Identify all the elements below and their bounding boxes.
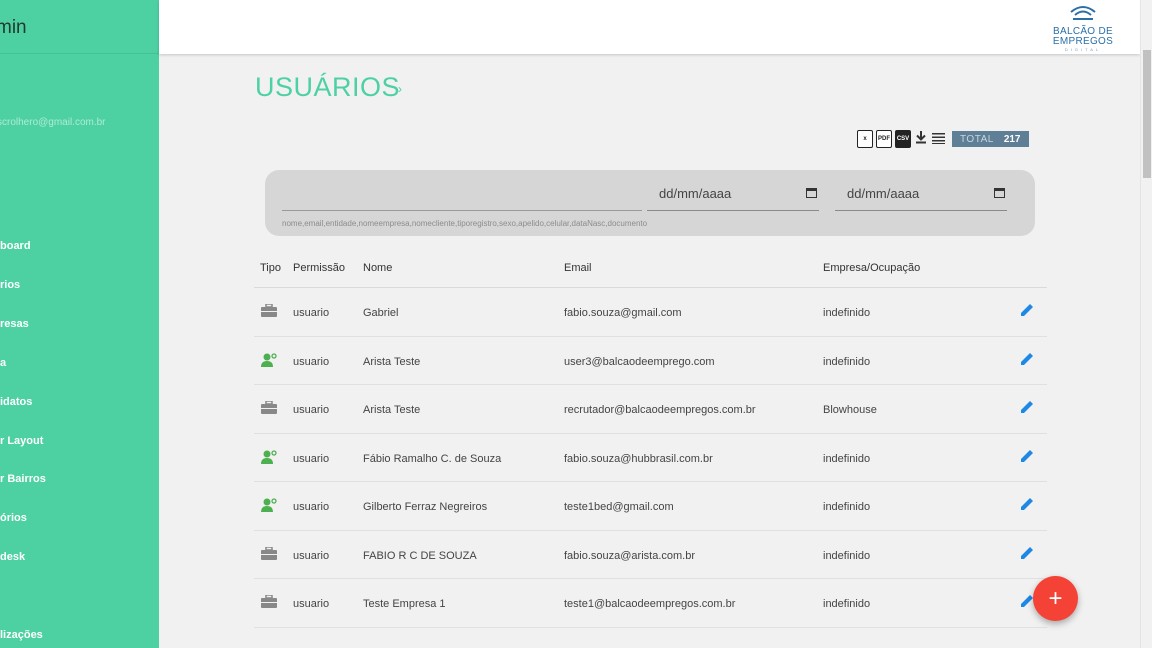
sidebar-item-layout[interactable]: r Layout	[0, 435, 43, 447]
cell-permissao: usuario	[293, 501, 330, 513]
search-input[interactable]	[282, 210, 642, 211]
calendar-icon[interactable]	[994, 188, 1005, 198]
table-row[interactable]: usuario Arista Teste recrutador@balcaode…	[254, 385, 1047, 434]
sidebar-item-usuarios[interactable]: rios	[0, 279, 20, 291]
cell-email: fabio.souza@arista.com.br	[564, 549, 696, 562]
cell-permissao: usuario	[293, 598, 330, 610]
table-row[interactable]: usuario Gabriel fabio.souza@gmail.com in…	[254, 288, 1047, 337]
header-empresa[interactable]: Empresa/Ocupação	[823, 262, 920, 274]
table-row[interactable]: usuario Fábio Ramalho C. de Souza fabio.…	[254, 434, 1047, 482]
title-arrow-icon: ›	[398, 82, 402, 96]
cell-email: teste1@balcaodeempregos.com.br	[564, 598, 736, 610]
list-icon[interactable]	[931, 130, 945, 148]
calendar-icon[interactable]	[806, 188, 817, 198]
excel-icon[interactable]: x	[857, 130, 873, 148]
cell-nome: Teste Empresa 1	[363, 598, 446, 610]
csv-icon[interactable]: CSV	[895, 130, 911, 148]
cell-permissao: usuario	[293, 307, 330, 319]
cell-email: teste1bed@gmail.com	[564, 501, 674, 513]
scrollbar[interactable]	[1140, 0, 1152, 648]
total-badge: TOTAL 217	[952, 131, 1029, 147]
search-hint: nome,email,entidade,nomeempresa,nomeclie…	[282, 219, 648, 228]
cell-email: recrutador@balcaodeempregos.com.br	[564, 404, 756, 416]
date-from-input[interactable]: dd/mm/aaaa	[647, 182, 819, 211]
edit-pencil-icon[interactable]	[1020, 496, 1035, 515]
briefcase-icon	[261, 400, 277, 415]
total-value: 217	[1003, 133, 1021, 145]
cell-permissao: usuario	[293, 549, 330, 562]
pdf-icon[interactable]: PDF	[876, 130, 892, 148]
header-email[interactable]: Email	[564, 262, 592, 274]
wifi-icon	[1070, 6, 1096, 20]
date-to-input[interactable]: dd/mm/aaaa	[835, 182, 1007, 211]
cell-permissao: usuario	[293, 355, 330, 368]
sidebar-item-relatorios[interactable]: órios	[0, 512, 27, 524]
edit-pencil-icon[interactable]	[1020, 545, 1035, 564]
sidebar-item-atualizacoes[interactable]: lizações	[0, 629, 43, 641]
cell-nome: FABIO R C DE SOUZA	[363, 549, 477, 562]
logo-line-2: EMPREGOS	[1052, 36, 1114, 47]
header-nome[interactable]: Nome	[363, 262, 392, 274]
edit-pencil-icon[interactable]	[1020, 399, 1035, 418]
users-table: Tipo Permissão Nome Email Empresa/Ocupaç…	[254, 250, 1047, 628]
person-icon	[261, 352, 277, 367]
sidebar-item-bairros[interactable]: r Bairros	[0, 473, 46, 485]
add-user-button[interactable]: +	[1033, 576, 1078, 621]
person-icon	[261, 498, 277, 512]
scrollbar-thumb[interactable]	[1143, 50, 1151, 178]
sidebar-brand: min	[0, 0, 159, 54]
cell-nome: Gilberto Ferraz Negreiros	[363, 501, 488, 513]
table-row[interactable]: usuario Arista Teste user3@balcaodeempre…	[254, 337, 1047, 385]
briefcase-icon	[261, 303, 277, 318]
cell-empresa: indefinido	[823, 355, 871, 368]
sidebar-brand-text: min	[0, 17, 27, 38]
date-to-placeholder: dd/mm/aaaa	[847, 186, 920, 201]
sidebar-item-vagas[interactable]: a	[0, 357, 6, 369]
sidebar-item-dashboard[interactable]: board	[0, 240, 31, 252]
cell-nome: Arista Teste	[363, 404, 421, 416]
edit-pencil-icon[interactable]	[1020, 302, 1035, 321]
edit-pencil-icon[interactable]	[1020, 448, 1035, 467]
download-icon[interactable]	[914, 130, 928, 148]
cell-permissao: usuario	[293, 404, 330, 416]
date-from-placeholder: dd/mm/aaaa	[659, 186, 732, 201]
cell-email: user3@balcaodeemprego.com	[564, 355, 715, 368]
header-permissao[interactable]: Permissão	[293, 262, 345, 274]
table-row[interactable]: usuario Teste Empresa 1 teste1@balcaodee…	[254, 579, 1047, 628]
cell-email: fabio.souza@gmail.com	[564, 307, 682, 319]
cell-empresa: indefinido	[823, 452, 871, 465]
total-label: TOTAL	[960, 133, 994, 145]
table-row[interactable]: usuario FABIO R C DE SOUZA fabio.souza@a…	[254, 531, 1047, 579]
cell-permissao: usuario	[293, 452, 330, 465]
sidebar-item-empresas[interactable]: resas	[0, 318, 29, 330]
briefcase-icon	[261, 545, 277, 561]
edit-pencil-icon[interactable]	[1020, 351, 1035, 370]
table-header: Tipo Permissão Nome Email Empresa/Ocupaç…	[254, 250, 1047, 288]
logo: BALCÃO DE EMPREGOS DIGITAL	[1050, 4, 1116, 52]
person-icon	[261, 449, 277, 464]
header-tipo[interactable]: Tipo	[260, 262, 281, 274]
export-toolbar: x PDF CSV TOTAL 217	[857, 129, 1029, 149]
cell-nome: Arista Teste	[363, 355, 421, 368]
logo-line-3: DIGITAL	[1064, 47, 1102, 52]
briefcase-icon	[261, 594, 277, 609]
cell-nome: Fábio Ramalho C. de Souza	[363, 452, 502, 465]
cell-email: fabio.souza@hubbrasil.com.br	[564, 452, 713, 465]
page-title: USUÁRIOS	[255, 72, 401, 102]
table-row[interactable]: usuario Gilberto Ferraz Negreiros teste1…	[254, 482, 1047, 531]
sidebar: min scrolhero@gmail.com.br board rios re…	[0, 0, 159, 648]
sidebar-item-helpdesk[interactable]: desk	[0, 551, 25, 563]
filter-panel: nome,email,entidade,nomeempresa,nomeclie…	[265, 170, 1035, 236]
sidebar-item-candidatos[interactable]: idatos	[0, 396, 32, 408]
cell-empresa: indefinido	[823, 549, 871, 562]
cell-empresa: indefinido	[823, 307, 871, 319]
top-bar: BALCÃO DE EMPREGOS DIGITAL	[159, 0, 1140, 54]
cell-nome: Gabriel	[363, 307, 399, 319]
cell-empresa: indefinido	[823, 598, 871, 610]
sidebar-user-email: scrolhero@gmail.com.br	[0, 117, 106, 128]
cell-empresa: Blowhouse	[823, 404, 877, 416]
cell-empresa: indefinido	[823, 501, 871, 513]
